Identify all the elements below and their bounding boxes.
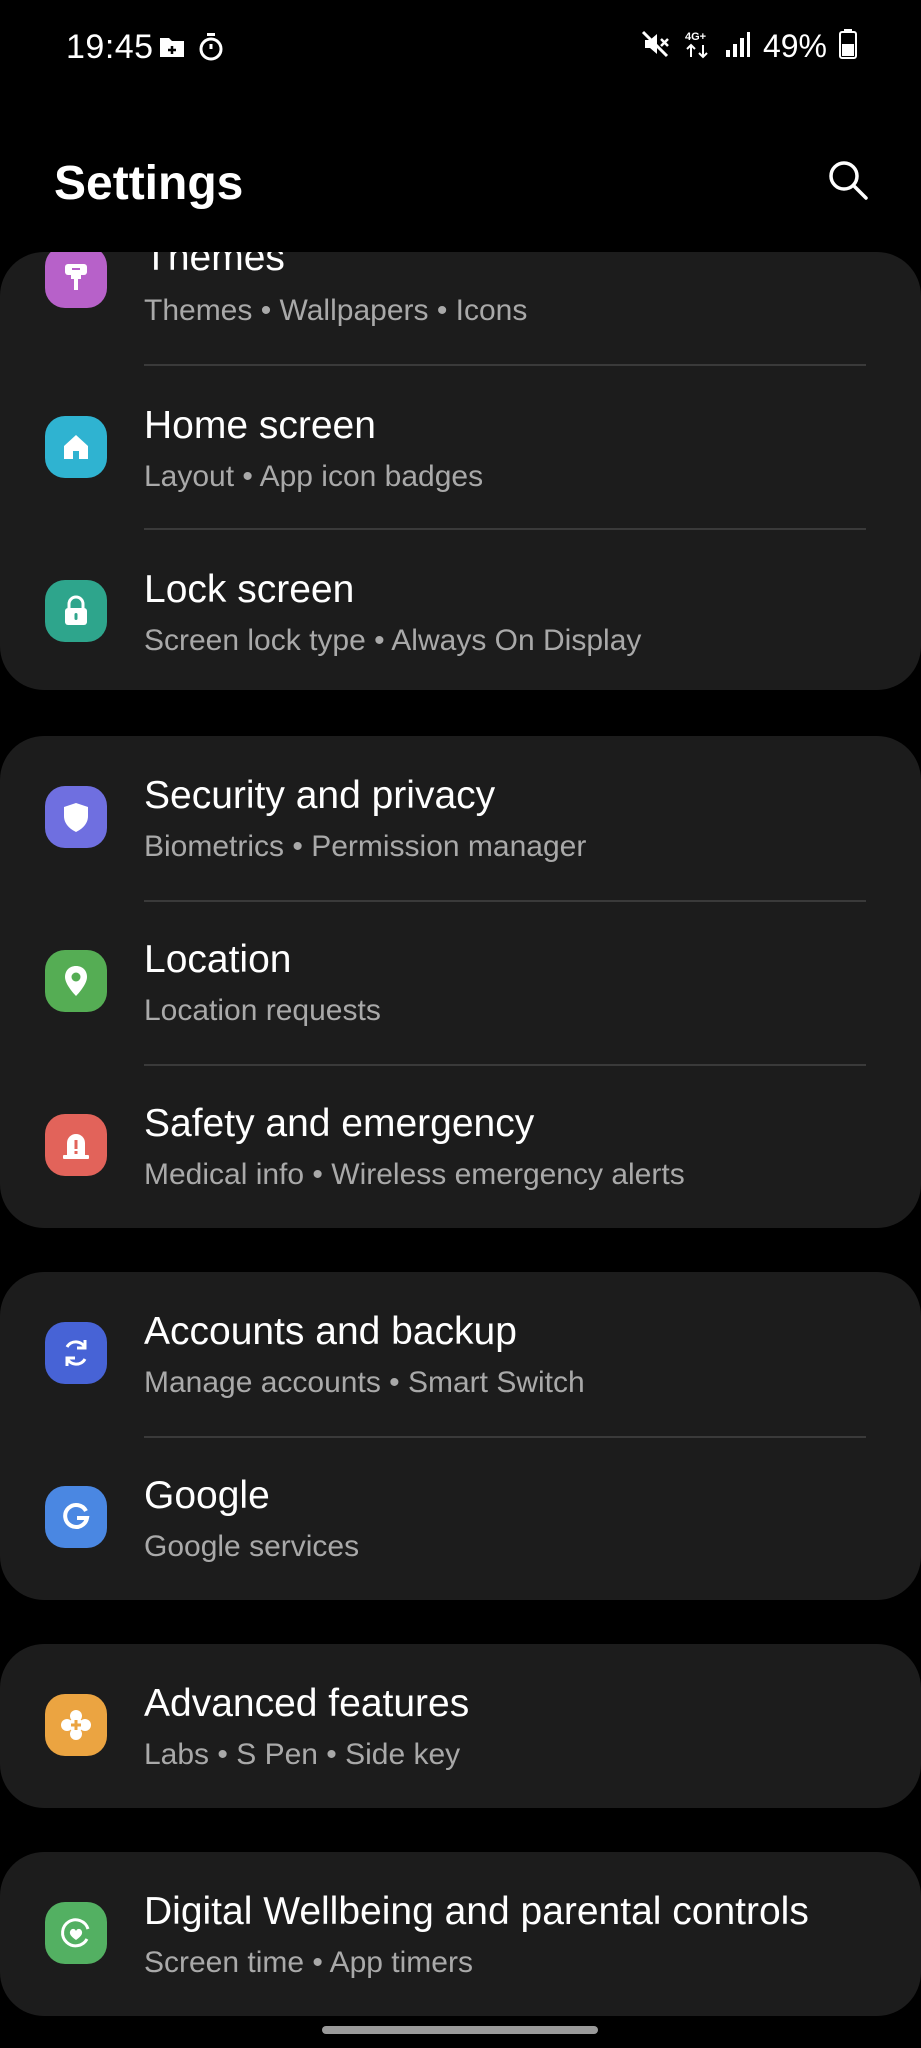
settings-item-lock-screen[interactable]: Lock screen Screen lock type • Always On…: [0, 530, 921, 690]
settings-item-subtitle: Biometrics • Permission manager: [144, 830, 587, 863]
shield-icon: [45, 786, 107, 848]
header: Settings: [0, 140, 921, 230]
settings-item-google[interactable]: Google Google services: [0, 1436, 921, 1600]
status-time: 19:45: [66, 28, 154, 66]
settings-group-5: Digital Wellbeing and parental controls …: [0, 1852, 921, 2016]
battery-percentage: 49%: [762, 28, 827, 64]
brush-icon: [45, 252, 107, 308]
network-icon: 4G+: [683, 29, 713, 64]
settings-group-1: Themes Themes • Wallpapers • Icons Home …: [0, 252, 921, 690]
lock-icon: [45, 580, 107, 642]
settings-item-title: Security and privacy: [144, 774, 496, 817]
settings-item-title: Google: [144, 1474, 270, 1517]
folder-icon: [158, 35, 186, 64]
settings-item-themes[interactable]: Themes Themes • Wallpapers • Icons: [0, 252, 921, 360]
home-icon: [45, 416, 107, 478]
settings-item-title: Location: [144, 938, 292, 981]
gesture-navigation-handle[interactable]: [322, 2026, 598, 2034]
wellbeing-icon: [45, 1902, 107, 1964]
status-right-icons: 4G+ 49%: [641, 28, 857, 65]
settings-item-title: Home screen: [144, 404, 376, 447]
settings-item-home-screen[interactable]: Home screen Layout • App icon badges: [0, 366, 921, 530]
settings-item-subtitle: Manage accounts • Smart Switch: [144, 1366, 585, 1399]
settings-item-title: Advanced features: [144, 1682, 470, 1725]
settings-item-subtitle: Layout • App icon badges: [144, 460, 484, 493]
mute-icon: [641, 29, 671, 64]
settings-item-advanced-features[interactable]: Advanced features Labs • S Pen • Side ke…: [0, 1644, 921, 1808]
gear-plus-icon: [45, 1694, 107, 1756]
settings-item-location[interactable]: Location Location requests: [0, 900, 921, 1064]
settings-item-subtitle: Medical info • Wireless emergency alerts: [144, 1158, 685, 1191]
alert-icon: [45, 1114, 107, 1176]
timer-icon: [198, 33, 224, 66]
status-bar: 19:45 4G+ 49%: [0, 0, 921, 100]
settings-item-security-privacy[interactable]: Security and privacy Biometrics • Permis…: [0, 736, 921, 900]
signal-icon: [725, 30, 751, 63]
page-title: Settings: [54, 157, 244, 210]
settings-item-safety-emergency[interactable]: Safety and emergency Medical info • Wire…: [0, 1064, 921, 1228]
settings-item-title: Lock screen: [144, 568, 355, 611]
google-icon: [45, 1486, 107, 1548]
status-left-icons: [158, 33, 224, 66]
settings-item-title: Safety and emergency: [144, 1102, 535, 1145]
search-button[interactable]: [820, 154, 876, 210]
settings-item-subtitle: Screen time • App timers: [144, 1946, 473, 1979]
settings-item-subtitle: Labs • S Pen • Side key: [144, 1738, 461, 1771]
location-pin-icon: [45, 950, 107, 1012]
settings-group-4: Advanced features Labs • S Pen • Side ke…: [0, 1644, 921, 1808]
settings-item-subtitle: Location requests: [144, 994, 381, 1027]
settings-item-subtitle: Screen lock type • Always On Display: [144, 624, 642, 657]
search-icon: [826, 158, 870, 207]
settings-item-digital-wellbeing[interactable]: Digital Wellbeing and parental controls …: [0, 1852, 921, 2016]
settings-group-3: Accounts and backup Manage accounts • Sm…: [0, 1272, 921, 1600]
network-label: 4G+: [685, 31, 706, 43]
settings-group-2: Security and privacy Biometrics • Permis…: [0, 736, 921, 1228]
settings-item-title: Themes: [144, 252, 285, 279]
battery-icon: [839, 29, 857, 64]
settings-item-title: Accounts and backup: [144, 1310, 517, 1353]
settings-item-subtitle: Themes • Wallpapers • Icons: [144, 294, 528, 327]
settings-item-title: Digital Wellbeing and parental controls: [144, 1890, 809, 1933]
sync-icon: [45, 1322, 107, 1384]
settings-item-accounts-backup[interactable]: Accounts and backup Manage accounts • Sm…: [0, 1272, 921, 1436]
settings-item-subtitle: Google services: [144, 1530, 360, 1563]
